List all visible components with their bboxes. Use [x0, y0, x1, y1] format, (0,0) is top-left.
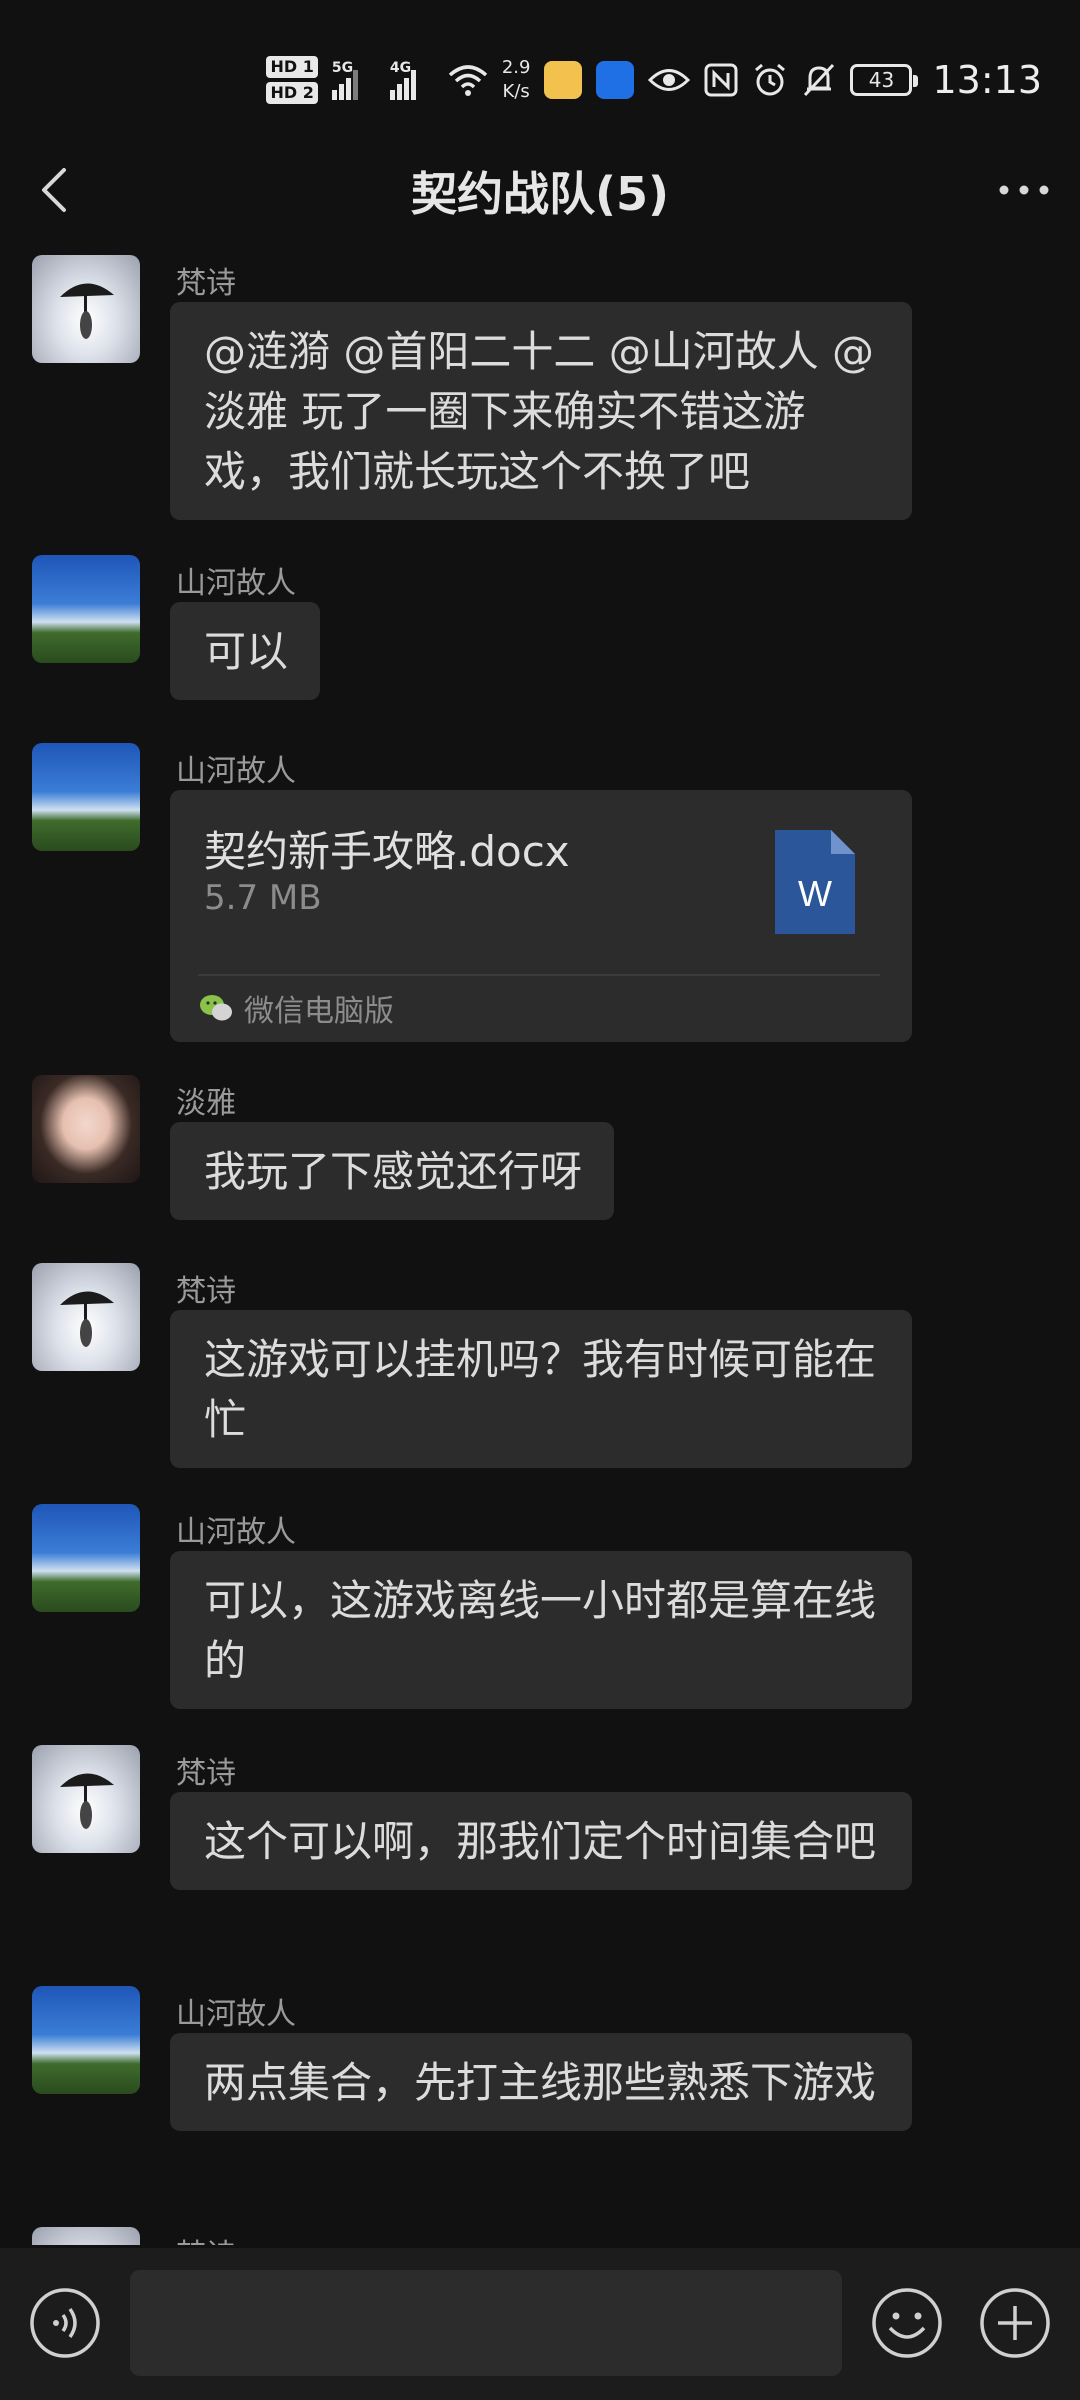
app-notification-icon — [544, 61, 583, 99]
message-item: 淡雅 我玩了下感觉还行呀 — [0, 1060, 1080, 1240]
avatar[interactable] — [32, 255, 140, 363]
word-document-icon: W — [775, 830, 855, 934]
file-size: 5.7 MB — [204, 878, 322, 918]
sender-name: 山河故人 — [176, 1997, 296, 2032]
message-bubble[interactable]: 这游戏可以挂机吗？我有时候可能在忙 — [170, 1310, 912, 1468]
signal-4g-label: 4G — [389, 60, 412, 76]
emoji-icon[interactable] — [870, 2286, 944, 2360]
message-bubble[interactable]: 可以 — [170, 602, 321, 700]
file-source-label: 微信电脑版 — [244, 994, 394, 1029]
message-input[interactable] — [130, 2270, 842, 2376]
file-source: 微信电脑版 — [198, 986, 394, 1030]
status-bar: HD 1 HD 2 5G 4G 2.9 K/s 43 13:13 — [0, 0, 1080, 150]
avatar[interactable] — [32, 1986, 140, 2094]
umbrella-avatar-image — [60, 1291, 114, 1347]
speed-unit: K/s — [502, 81, 530, 102]
sender-name: 山河故人 — [176, 1515, 296, 1550]
battery-icon: 43 — [850, 64, 919, 96]
hd1-label: HD 1 — [266, 56, 318, 78]
message-bubble[interactable]: 两点集合，先打主线那些熟悉下游戏 — [170, 2033, 912, 2131]
clock: 13:13 — [932, 58, 1042, 102]
wechat-icon — [200, 995, 232, 1021]
eye-icon — [648, 69, 691, 91]
wifi-icon — [448, 65, 488, 96]
signal-5g-label: 5G — [331, 60, 354, 76]
alarm-icon — [755, 63, 786, 96]
message-item: 梵诗 这游戏可以挂机吗？我有时候可能在忙 — [0, 1248, 1080, 1488]
message-item: 梵诗 这个可以啊，那我们定个时间集合吧 — [0, 1730, 1080, 1970]
plus-icon[interactable] — [978, 2286, 1052, 2360]
message-list[interactable]: 梵诗 @涟漪 @首阳二十二 @山河故人 @淡雅 玩了一圈下来确实不错这游戏，我们… — [0, 240, 1080, 2245]
more-icon[interactable] — [992, 162, 1056, 218]
chat-title: 契约战队(5) — [410, 167, 670, 221]
signal-5g-icon: 5G — [331, 60, 376, 100]
sender-name: 淡雅 — [176, 1086, 236, 1121]
mute-bell-icon — [804, 63, 835, 97]
message-item: 山河故人 契约新手攻略.docx 5.7 MB W 微信电脑版 — [0, 728, 1080, 1058]
message-item: 梵诗 @涟漪 @首阳二十二 @山河故人 @淡雅 玩了一圈下来确实不错这游戏，我们… — [0, 240, 1080, 530]
voice-icon[interactable] — [28, 2286, 102, 2360]
sender-name: 梵诗 — [176, 1274, 236, 1309]
hd-indicator: HD 1 HD 2 — [266, 56, 318, 104]
message-item: 山河故人 可以 — [0, 540, 1080, 720]
message-item: 山河故人 可以，这游戏离线一小时都是算在线的 — [0, 1489, 1080, 1729]
avatar[interactable] — [32, 1263, 140, 1371]
sender-name: 梵诗 — [176, 2230, 236, 2245]
message-item: 梵诗 — [0, 2212, 1080, 2245]
chat-header: 契约战队(5) — [0, 150, 1080, 230]
battery-level: 43 — [868, 68, 895, 92]
word-badge-letter: W — [798, 873, 832, 914]
avatar[interactable] — [32, 743, 140, 851]
sender-name: 山河故人 — [176, 754, 296, 789]
sender-name: 山河故人 — [176, 566, 296, 601]
umbrella-avatar-image — [60, 1773, 114, 1829]
input-bar — [0, 2248, 1080, 2400]
message-bubble[interactable]: 我玩了下感觉还行呀 — [170, 1122, 615, 1220]
file-card-divider — [198, 974, 880, 976]
message-item: 山河故人 两点集合，先打主线那些熟悉下游戏 — [0, 1971, 1080, 2211]
message-bubble[interactable]: @涟漪 @首阳二十二 @山河故人 @淡雅 玩了一圈下来确实不错这游戏，我们就长玩… — [170, 302, 912, 520]
message-bubble[interactable]: 可以，这游戏离线一小时都是算在线的 — [170, 1551, 912, 1709]
file-message-card[interactable]: 契约新手攻略.docx 5.7 MB W 微信电脑版 — [170, 790, 912, 1042]
nfc-icon — [704, 63, 738, 97]
avatar[interactable] — [32, 2227, 140, 2245]
signal-4g-icon: 4G — [389, 60, 434, 100]
message-bubble[interactable]: 这个可以啊，那我们定个时间集合吧 — [170, 1792, 912, 1890]
speed-value: 2.9 — [501, 57, 531, 78]
avatar[interactable] — [32, 555, 140, 663]
umbrella-avatar-image — [60, 283, 114, 339]
hd2-label: HD 2 — [266, 82, 318, 104]
sender-name: 梵诗 — [176, 1756, 236, 1791]
file-name: 契约新手攻略.docx — [204, 827, 570, 876]
avatar[interactable] — [32, 1075, 140, 1183]
sender-name: 梵诗 — [176, 266, 236, 301]
bulb-notification-icon — [596, 61, 635, 99]
avatar[interactable] — [32, 1745, 140, 1853]
avatar[interactable] — [32, 1504, 140, 1612]
network-speed: 2.9 K/s — [502, 56, 531, 104]
